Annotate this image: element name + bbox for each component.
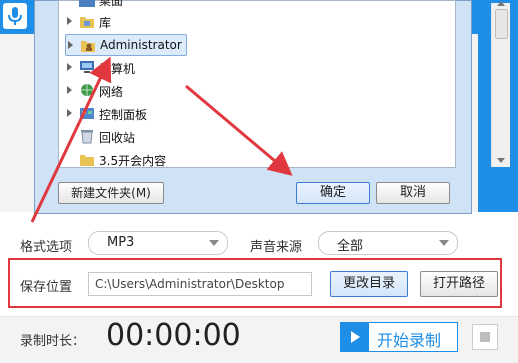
tree-item-label: 库 [99,16,112,30]
chevron-down-icon [209,240,219,246]
control-panel-icon [79,106,95,121]
expand-icon [67,109,72,117]
folder-icon [79,152,95,167]
tree-item-label: 回收站 [99,131,136,145]
desktop-icon [79,0,95,7]
start-recording-button[interactable]: 开始录制 [340,322,458,352]
tree-item-computer[interactable]: 计算机 [59,57,439,79]
scroll-thumb[interactable] [495,9,508,39]
format-value: MP3 [107,235,135,250]
scroll-down-icon[interactable] [497,158,505,163]
cancel-button[interactable]: 取消 [376,182,450,204]
tree-item-label: Administrator [100,38,182,52]
expand-icon [68,41,73,49]
source-select[interactable]: 全部 [318,231,458,255]
tree-item-control-panel[interactable]: 控制面板 [59,103,439,125]
recording-timer: 00:00:00 [106,318,241,353]
start-recording-label: 开始录制 [377,331,442,350]
save-path-field[interactable]: C:\Users\Administrator\Desktop [88,272,312,296]
open-path-button[interactable]: 打开路径 [420,271,498,297]
duration-label: 录制时长： [20,334,86,349]
new-folder-button[interactable]: 新建文件夹(M) [58,182,164,204]
source-label: 声音来源 [250,240,303,255]
tree-item-label: 控制面板 [99,108,148,122]
scroll-up-icon[interactable] [497,1,505,6]
expand-icon [67,86,72,94]
recycle-bin-icon [79,129,95,144]
save-path-text: C:\Users\Administrator\Desktop [95,277,285,291]
folder-tree[interactable]: 桌面 库 Administrator 计算机 网络 控制面板 回收站 3.5开会… [58,0,510,171]
tree-item-recycle-bin[interactable]: 回收站 [59,126,439,148]
tree-item-administrator[interactable]: Administrator [65,34,187,56]
tree-item-label: 3.5开会内容 [99,154,167,168]
tree-item-label: 桌面 [99,0,124,8]
save-location-label: 保存位置 [20,280,73,295]
tree-item-desktop[interactable]: 桌面 [59,0,439,11]
ok-button[interactable]: 确定 [296,182,370,204]
network-icon [79,83,95,98]
tree-item-label: 网络 [99,85,124,99]
expand-icon [67,17,72,25]
library-folder-icon [79,14,95,29]
computer-icon [79,60,95,75]
format-select[interactable]: MP3 [88,231,228,255]
play-icon [341,323,369,351]
tree-scrollbar[interactable] [491,1,510,167]
stop-icon[interactable] [472,324,498,350]
tree-item-meeting-folder[interactable]: 3.5开会内容 [59,149,439,171]
tree-item-label: 计算机 [99,62,136,76]
expand-icon [67,63,72,71]
tree-item-library[interactable]: 库 [59,11,439,33]
change-directory-button[interactable]: 更改目录 [330,271,408,297]
microphone-icon [3,3,27,29]
source-value: 全部 [337,239,364,254]
user-folder-icon [80,38,96,53]
format-label: 格式选项 [20,240,73,255]
chevron-down-icon [439,240,449,246]
tree-item-network[interactable]: 网络 [59,80,439,102]
